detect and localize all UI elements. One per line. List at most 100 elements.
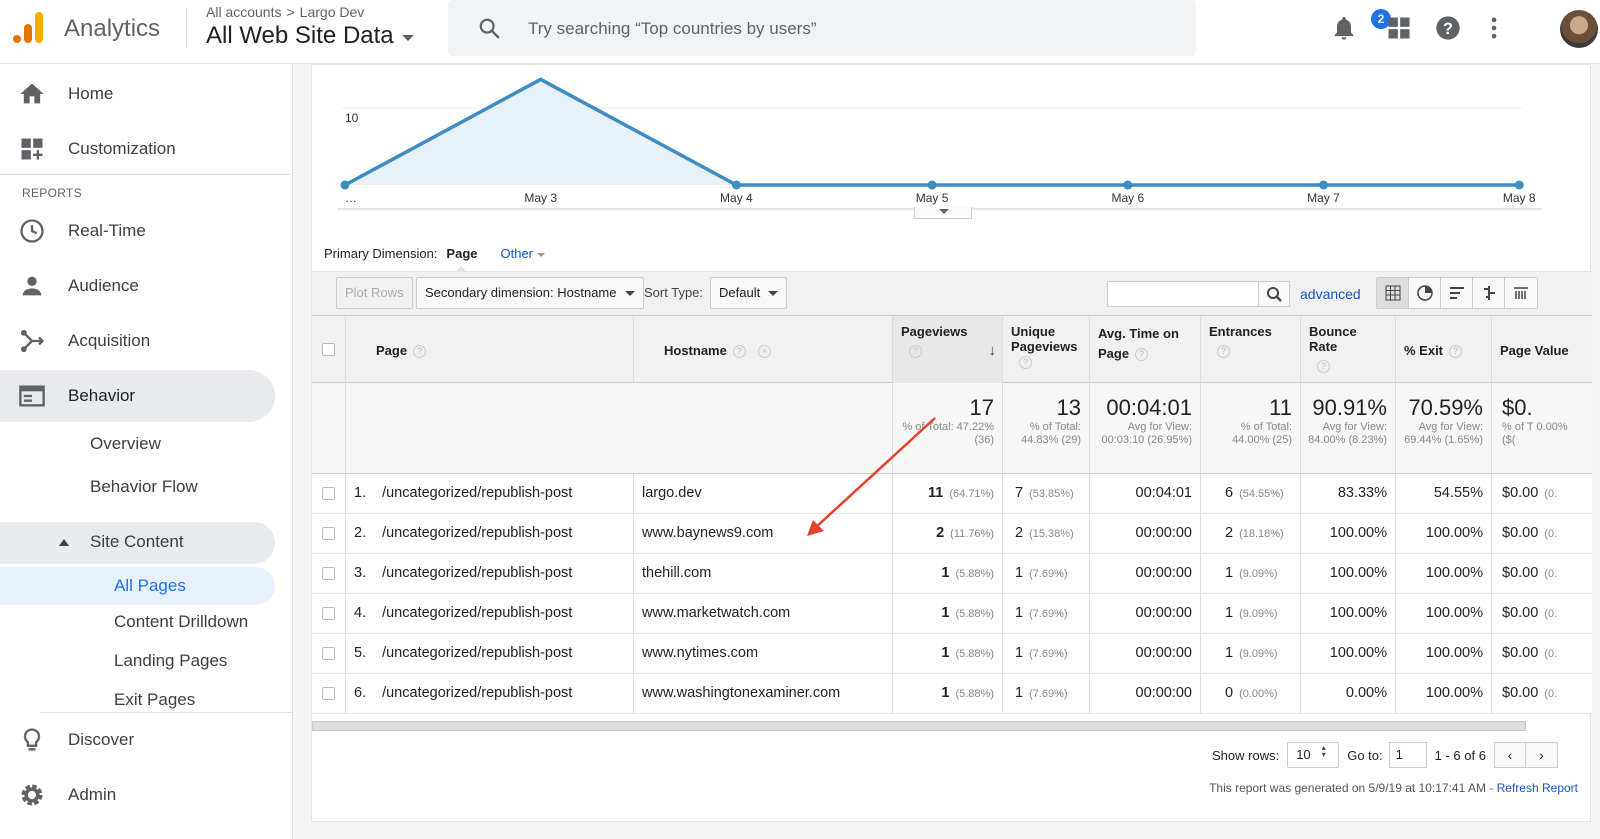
- hostname-cell[interactable]: largo.dev: [634, 474, 893, 513]
- column-exit[interactable]: % Exit?: [1396, 316, 1492, 383]
- secondary-dimension-dropdown[interactable]: Secondary dimension: Hostname: [416, 277, 644, 309]
- search-bar[interactable]: Try searching “Top countries by users”: [448, 0, 1196, 56]
- filter-search-button[interactable]: [1258, 281, 1290, 307]
- sidebar-item-content-drilldown[interactable]: Content Drilldown: [114, 603, 248, 641]
- hostname-cell[interactable]: thehill.com: [634, 554, 893, 593]
- page-path-link[interactable]: /uncategorized/republish-post: [382, 605, 572, 621]
- comparison-view-icon[interactable]: [1473, 278, 1505, 308]
- table-row[interactable]: 5. /uncategorized/republish-post www.nytim…: [312, 634, 1592, 674]
- row-checkbox[interactable]: [322, 647, 335, 660]
- hostname-cell[interactable]: www.washingtonexaminer.com: [634, 674, 893, 713]
- next-page-button[interactable]: ›: [1525, 742, 1558, 768]
- page-path-link[interactable]: /uncategorized/republish-post: [382, 525, 572, 541]
- goto-input[interactable]: 1: [1388, 742, 1427, 768]
- breadcrumb-property[interactable]: Largo Dev: [300, 4, 365, 20]
- sidebar-item-site-content[interactable]: Site Content: [0, 522, 275, 564]
- performance-view-icon[interactable]: [1441, 278, 1473, 308]
- pageviews-cell: 11 (64.71%): [893, 474, 1003, 513]
- help-icon[interactable]: ?: [1449, 345, 1463, 359]
- view-selector[interactable]: All Web Site Data: [206, 22, 414, 50]
- page-path-link[interactable]: /uncategorized/republish-post: [382, 685, 572, 701]
- dimension-page[interactable]: Page: [446, 246, 478, 273]
- bell-icon[interactable]: [1330, 14, 1358, 42]
- help-icon[interactable]: ?: [1434, 14, 1462, 42]
- horizontal-scrollbar[interactable]: [312, 721, 1526, 731]
- help-icon[interactable]: ?: [732, 345, 746, 359]
- chart-point[interactable]: [340, 180, 350, 190]
- row-checkbox[interactable]: [322, 687, 335, 700]
- sidebar-item-all-pages[interactable]: All Pages: [0, 567, 275, 605]
- pageviews-cell: 2 (11.76%): [893, 514, 1003, 553]
- y-tick-label: 10: [345, 111, 359, 125]
- table-row[interactable]: 3. /uncategorized/republish-post thehill.c…: [312, 554, 1592, 594]
- chart-collapse-handle[interactable]: [914, 207, 972, 219]
- avatar[interactable]: [1560, 10, 1598, 48]
- column-bounce-rate[interactable]: Bounce Rate?: [1301, 316, 1396, 383]
- more-vert-icon[interactable]: [1480, 14, 1508, 42]
- column-hostname[interactable]: Hostname? ×: [634, 316, 893, 383]
- table-row[interactable]: 2. /uncategorized/republish-post www.bayne…: [312, 514, 1592, 554]
- help-icon[interactable]: ?: [1019, 356, 1032, 370]
- column-unique-pageviews[interactable]: Unique Pageviews?: [1003, 316, 1090, 383]
- sidebar-item-realtime[interactable]: Real-Time: [0, 205, 275, 257]
- pivot-view-icon[interactable]: [1505, 278, 1537, 308]
- column-page[interactable]: Page?: [346, 316, 634, 383]
- sort-desc-arrow-icon[interactable]: ↓: [989, 342, 997, 359]
- table-view-icon[interactable]: [1377, 278, 1409, 308]
- row-checkbox[interactable]: [322, 527, 335, 540]
- advanced-filter-link[interactable]: advanced: [1300, 286, 1361, 302]
- table-row[interactable]: 4. /uncategorized/republish-post www.marke…: [312, 594, 1592, 634]
- page-path-link[interactable]: /uncategorized/republish-post: [382, 645, 572, 661]
- sidebar-item-behavior-flow[interactable]: Behavior Flow: [90, 468, 198, 506]
- chart-point[interactable]: [731, 180, 741, 190]
- help-icon[interactable]: ?: [413, 345, 427, 359]
- row-checkbox[interactable]: [322, 607, 335, 620]
- row-checkbox[interactable]: [322, 487, 335, 500]
- table-row[interactable]: 1. /uncategorized/republish-post largo.dev…: [312, 474, 1592, 514]
- sidebar-item-audience[interactable]: Audience: [0, 260, 275, 312]
- remove-dimension-icon[interactable]: ×: [757, 345, 771, 359]
- column-pageviews[interactable]: Pageviews? ↓: [893, 316, 1003, 383]
- refresh-report-link[interactable]: Refresh Report: [1497, 781, 1578, 795]
- table-row[interactable]: 6. /uncategorized/republish-post www.washi…: [312, 674, 1592, 714]
- chart-point[interactable]: [927, 180, 937, 190]
- sidebar-item-overview[interactable]: Overview: [90, 425, 161, 463]
- help-icon[interactable]: ?: [1217, 345, 1230, 358]
- help-icon[interactable]: ?: [1317, 360, 1330, 373]
- select-all-checkbox[interactable]: [322, 343, 335, 356]
- help-icon[interactable]: ?: [1135, 348, 1149, 362]
- sidebar-item-home[interactable]: Home: [0, 68, 275, 120]
- breadcrumb[interactable]: All accounts > Largo Dev: [206, 4, 364, 20]
- show-rows-select[interactable]: 10: [1287, 742, 1340, 768]
- search-input[interactable]: Try searching “Top countries by users”: [528, 19, 816, 39]
- sidebar-item-discover[interactable]: Discover: [0, 714, 275, 766]
- hostname-cell[interactable]: www.baynews9.com: [634, 514, 893, 553]
- sidebar-item-landing-pages[interactable]: Landing Pages: [114, 642, 227, 680]
- dimension-other-dropdown[interactable]: Other: [501, 246, 546, 261]
- sidebar-item-admin[interactable]: Admin: [0, 769, 275, 821]
- breadcrumb-account[interactable]: All accounts: [206, 4, 281, 20]
- table-filter-input[interactable]: [1107, 281, 1259, 307]
- sidebar-item-acquisition[interactable]: Acquisition: [0, 315, 275, 367]
- help-icon[interactable]: ?: [909, 345, 922, 358]
- hostname-cell[interactable]: www.nytimes.com: [634, 634, 893, 673]
- page-path-link[interactable]: /uncategorized/republish-post: [382, 565, 572, 581]
- pie-view-icon[interactable]: [1409, 278, 1441, 308]
- analytics-logo-icon[interactable]: [12, 10, 46, 44]
- sort-type-dropdown[interactable]: Default: [710, 277, 788, 309]
- plot-rows-button[interactable]: Plot Rows: [336, 277, 413, 309]
- chart-point[interactable]: [1123, 180, 1133, 190]
- chart-point[interactable]: [1514, 180, 1524, 190]
- apps-grid-icon[interactable]: [1385, 14, 1413, 42]
- column-entrances[interactable]: Entrances?: [1201, 316, 1301, 383]
- page-path-link[interactable]: /uncategorized/republish-post: [382, 485, 572, 501]
- sidebar-item-behavior[interactable]: Behavior: [0, 370, 275, 422]
- column-page-value[interactable]: Page Value: [1492, 316, 1592, 383]
- prev-page-button[interactable]: ‹: [1493, 742, 1526, 768]
- column-avg-time[interactable]: Avg. Time on Page?: [1090, 316, 1201, 383]
- row-checkbox[interactable]: [322, 567, 335, 580]
- chart-point[interactable]: [1319, 180, 1328, 190]
- total-subtext: % of T 0.00% ($(: [1502, 421, 1568, 446]
- hostname-cell[interactable]: www.marketwatch.com: [634, 594, 893, 633]
- sidebar-item-customization[interactable]: Customization: [0, 123, 275, 175]
